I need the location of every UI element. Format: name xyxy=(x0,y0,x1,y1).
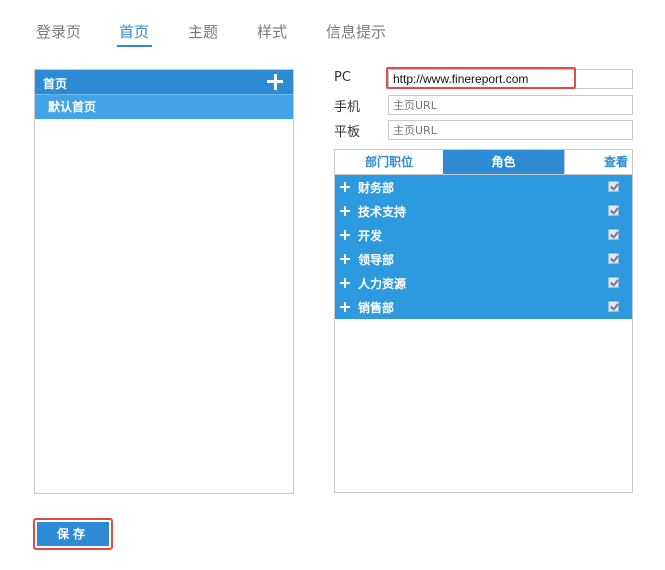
top-tabs: 登录页 首页 主题 样式 信息提示 xyxy=(0,18,665,48)
view-checkbox[interactable] xyxy=(608,301,619,312)
tab-home-page[interactable]: 首页 xyxy=(119,21,149,42)
tab-theme[interactable]: 主题 xyxy=(188,21,218,42)
permission-table: 部门职位 角色 查看 财务部 技术支持 开发 领导部 人力资源 销售部 xyxy=(334,149,633,493)
view-column-header[interactable]: 查看 xyxy=(564,150,632,174)
role-row[interactable]: 财务部 xyxy=(335,175,632,199)
homepage-list-title: 首页 xyxy=(43,77,68,91)
role-row[interactable]: 开发 xyxy=(335,223,632,247)
view-checkbox[interactable] xyxy=(608,205,619,216)
role-label: 财务部 xyxy=(358,181,395,195)
view-checkbox[interactable] xyxy=(608,229,619,240)
tab-style[interactable]: 样式 xyxy=(257,21,287,42)
expand-plus-icon[interactable] xyxy=(340,302,350,312)
view-checkbox[interactable] xyxy=(608,181,619,192)
view-checkbox[interactable] xyxy=(608,253,619,264)
role-row[interactable]: 技术支持 xyxy=(335,199,632,223)
homepage-list-header: 首页 xyxy=(35,70,293,94)
save-button-highlight: 保存 xyxy=(33,518,113,550)
expand-plus-icon[interactable] xyxy=(340,230,350,240)
role-label: 人力资源 xyxy=(358,277,407,291)
role-row[interactable]: 销售部 xyxy=(335,295,632,319)
tablet-label: 平板 xyxy=(334,125,361,140)
active-tab-indicator xyxy=(117,45,152,47)
role-label: 开发 xyxy=(358,229,383,243)
mobile-url-input[interactable] xyxy=(388,95,633,115)
view-checkbox[interactable] xyxy=(608,277,619,288)
expand-plus-icon[interactable] xyxy=(340,206,350,216)
expand-plus-icon[interactable] xyxy=(340,254,350,264)
role-label: 领导部 xyxy=(358,253,395,267)
role-label: 销售部 xyxy=(358,301,395,315)
role-list: 财务部 技术支持 开发 领导部 人力资源 销售部 xyxy=(335,175,632,319)
pc-url-input[interactable] xyxy=(388,69,633,89)
save-button[interactable]: 保存 xyxy=(37,522,109,546)
tab-login-page[interactable]: 登录页 xyxy=(36,21,81,42)
homepage-list-panel: 首页 默认首页 xyxy=(34,69,294,494)
tab-department-position[interactable]: 部门职位 xyxy=(335,150,443,174)
tab-role[interactable]: 角色 xyxy=(443,150,564,174)
permission-tabs: 部门职位 角色 查看 xyxy=(335,150,632,175)
tab-info-prompt[interactable]: 信息提示 xyxy=(326,21,386,42)
expand-plus-icon[interactable] xyxy=(340,182,350,192)
pc-label: PC xyxy=(334,70,351,85)
add-homepage-plus-icon[interactable] xyxy=(265,72,285,92)
mobile-label: 手机 xyxy=(334,100,361,115)
homepage-list-item[interactable]: 默认首页 xyxy=(35,94,293,119)
role-label: 技术支持 xyxy=(358,205,407,219)
role-row[interactable]: 人力资源 xyxy=(335,271,632,295)
role-row[interactable]: 领导部 xyxy=(335,247,632,271)
expand-plus-icon[interactable] xyxy=(340,278,350,288)
tablet-url-input[interactable] xyxy=(388,120,633,140)
